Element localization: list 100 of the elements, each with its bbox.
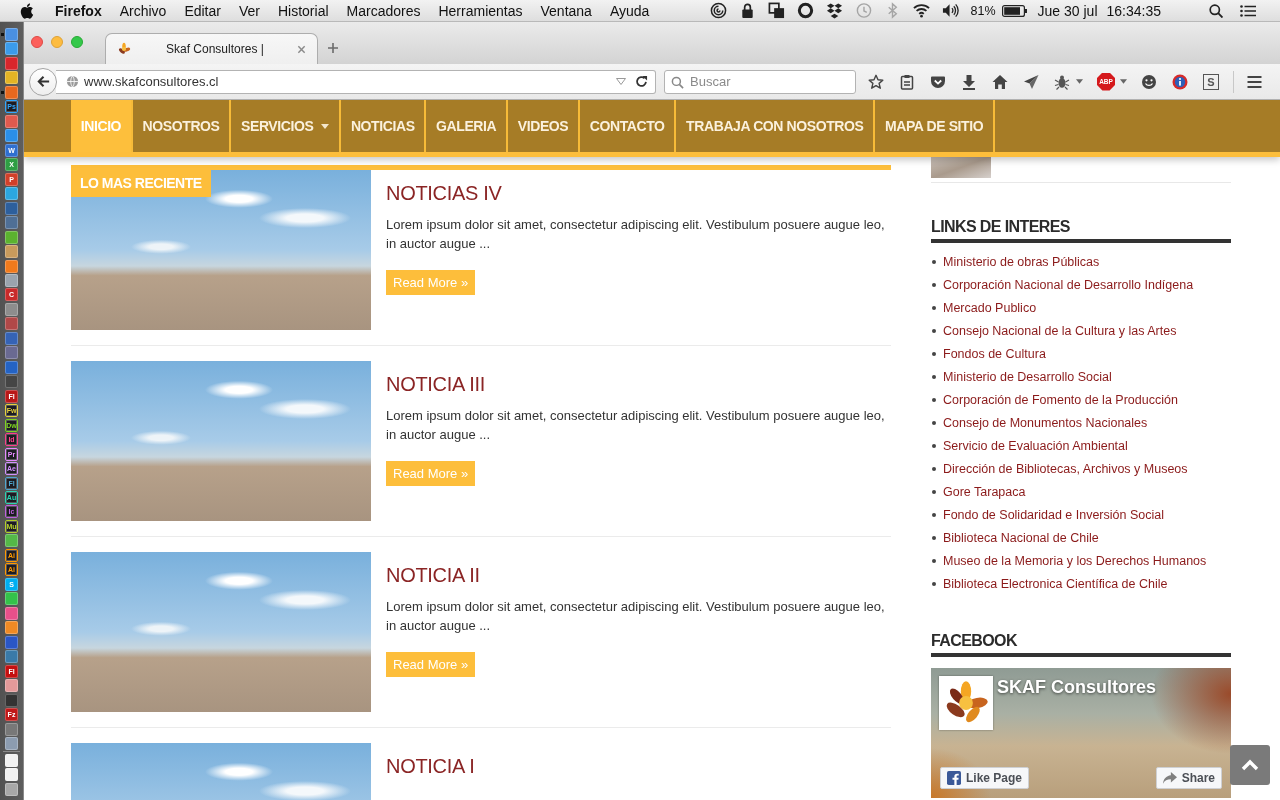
bullet-icon: [932, 512, 936, 517]
bookmark-star-icon[interactable]: [868, 73, 884, 90]
sidebar-link[interactable]: Mercado Publico: [943, 300, 1037, 315]
date-text[interactable]: Jue 30 jul: [1037, 2, 1098, 19]
app-icon[interactable]: [5, 302, 18, 316]
menu-item[interactable]: Historial: [277, 0, 329, 21]
post-excerpt: Lorem ipsum dolor sit amet, consectetur adipiscing elit. Vestibulum posuere augue leo, in auctor augue ...: [386, 407, 886, 444]
post-title[interactable]: NOTICIA II: [386, 563, 891, 587]
app-icon[interactable]: [5, 114, 18, 128]
overlapping-squares-icon[interactable]: [767, 2, 785, 19]
bug-icon[interactable]: [1054, 73, 1070, 90]
menu-item[interactable]: Ver: [238, 0, 260, 21]
post-title[interactable]: NOTICIA I: [386, 754, 891, 778]
s-button[interactable]: S: [1203, 73, 1219, 90]
share-button[interactable]: Share: [1155, 767, 1222, 789]
smiley-icon[interactable]: [1141, 73, 1157, 90]
app-icon[interactable]: [5, 42, 18, 56]
sidebar-link[interactable]: Gore Tarapaca: [943, 484, 1026, 499]
download-icon[interactable]: [961, 73, 977, 90]
time-text[interactable]: 16:34:35: [1106, 2, 1161, 19]
app-icon[interactable]: [5, 592, 18, 606]
bullet-icon: [932, 420, 936, 425]
list-icon[interactable]: [1240, 4, 1256, 17]
app-icon[interactable]: [5, 85, 18, 99]
app-icon[interactable]: [5, 259, 18, 273]
ring-icon[interactable]: [796, 2, 814, 19]
sidebar-link[interactable]: Fondos de Cultura: [943, 346, 1046, 361]
app-icon[interactable]: [5, 753, 18, 767]
zoom-window-button[interactable]: [71, 36, 83, 48]
plus-icon[interactable]: [327, 42, 339, 54]
diamonds-icon[interactable]: [825, 2, 843, 19]
menu-item[interactable]: Marcadores: [346, 0, 421, 21]
caret-icon[interactable]: [1076, 79, 1083, 84]
sidebar-link[interactable]: Biblioteca Nacional de Chile: [943, 530, 1099, 545]
paper-plane-icon[interactable]: [1023, 73, 1039, 90]
browser-tab[interactable]: Skaf Consultores |: [105, 33, 318, 64]
circle-swirl-icon[interactable]: [709, 2, 727, 19]
sidebar-link[interactable]: Dirección de Bibliotecas, Archivos y Museos: [943, 461, 1188, 476]
sidebar-link[interactable]: Fondo de Solidaridad e Inversión Social: [943, 507, 1164, 522]
sidebar-link[interactable]: Ministerio de Desarrollo Social: [943, 369, 1112, 384]
sidebar-link[interactable]: Biblioteca Electronica Científica de Chile: [943, 576, 1168, 591]
close-icon[interactable]: [297, 44, 306, 54]
bullet-icon: [932, 558, 936, 563]
search-field[interactable]: Buscar: [664, 69, 856, 94]
post-title[interactable]: NOTICIA III: [386, 372, 891, 396]
url-text: www.skafconsultores.cl: [84, 74, 219, 89]
back-to-top-button[interactable]: [1230, 745, 1270, 785]
volume-icon[interactable]: [941, 2, 959, 19]
info-icon[interactable]: [1172, 73, 1188, 90]
menu-item[interactable]: Editar: [184, 0, 221, 21]
menu-item[interactable]: Ventana: [540, 0, 592, 21]
app-icon[interactable]: [5, 245, 18, 259]
sidebar-link[interactable]: Consejo Nacional de la Cultura y las Artes: [943, 323, 1177, 338]
sidebar-link[interactable]: Consejo de Monumentos Nacionales: [943, 415, 1148, 430]
menu-item[interactable]: Archivo: [119, 0, 167, 21]
photo-placeholder[interactable]: [931, 157, 991, 178]
caret-icon[interactable]: [1120, 79, 1127, 84]
clock-icon[interactable]: [854, 2, 872, 19]
apple-logo-icon[interactable]: [20, 2, 34, 19]
photo-placeholder[interactable]: [71, 361, 371, 521]
app-icon[interactable]: [5, 768, 18, 782]
search-icon[interactable]: [1209, 3, 1223, 18]
menu-icon[interactable]: [1246, 73, 1263, 90]
bullet-icon: [932, 397, 936, 402]
app-icon[interactable]: [5, 534, 18, 548]
app-icon[interactable]: [5, 606, 18, 620]
home-icon[interactable]: [992, 73, 1008, 90]
app-icon[interactable]: [5, 621, 18, 635]
hands-logo-icon[interactable]: [939, 676, 993, 730]
clipboard-icon[interactable]: [899, 73, 915, 90]
caret-icon[interactable]: [616, 78, 626, 85]
wifi-icon[interactable]: [912, 2, 930, 19]
app-icon[interactable]: [5, 230, 18, 244]
sidebar-link[interactable]: Ministerio de obras Públicas: [943, 254, 1100, 269]
sidebar-link[interactable]: Museo de la Memoria y los Derechos Humanos: [943, 553, 1207, 568]
app-icon[interactable]: [5, 782, 18, 796]
app-icon[interactable]: [5, 187, 18, 201]
hands-icon: [117, 42, 131, 56]
menu-item[interactable]: Ayuda: [609, 0, 650, 21]
battery-icon[interactable]: [1001, 4, 1027, 17]
back-button[interactable]: [29, 67, 57, 96]
post-label: LO MAS RECIENTE: [71, 170, 211, 197]
close-window-button[interactable]: [31, 36, 43, 48]
sidebar-link[interactable]: Corporación de Fomento de la Producción: [943, 392, 1178, 407]
app-icon[interactable]: [5, 736, 18, 750]
menu-item[interactable]: Herramientas: [438, 0, 523, 21]
app-icon[interactable]: [5, 129, 18, 143]
address-bar[interactable]: www.skafconsultores.cl: [56, 69, 656, 94]
post-excerpt: Lorem ipsum dolor sit amet, consectetur adipiscing elit. Vestibulum posuere augue leo, in auctor augue ...: [386, 598, 886, 635]
app-icon[interactable]: [5, 273, 18, 287]
sidebar-link[interactable]: Servicio de Evaluación Ambiental: [943, 438, 1128, 453]
post-title[interactable]: NOTICIAS IV: [386, 181, 891, 205]
sidebar-link[interactable]: Corporación Nacional de Desarrollo Indígena: [943, 277, 1194, 292]
like-page-button[interactable]: Like Page: [940, 767, 1030, 789]
section-heading: LINKS DE INTERES: [931, 217, 1071, 237]
photo-placeholder[interactable]: [71, 552, 371, 712]
app-icon[interactable]: [5, 679, 18, 693]
reload-icon[interactable]: [635, 75, 648, 88]
menu-item[interactable]: Firefox: [55, 0, 102, 21]
app-icon[interactable]: [5, 71, 18, 85]
